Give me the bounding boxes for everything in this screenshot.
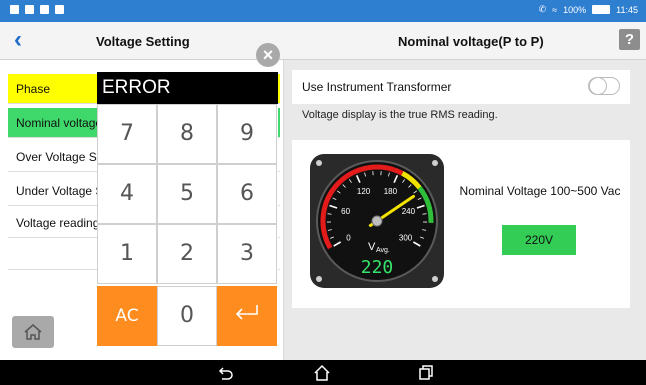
numeric-keypad: ERROR 7 8 9 4 5 6 1 2 3 AC 0 xyxy=(97,72,278,348)
gauge-reading: 220 xyxy=(361,257,394,278)
rms-note: Voltage display is the true RMS reading. xyxy=(302,109,498,121)
nav-home-icon[interactable] xyxy=(313,364,331,382)
help-button[interactable]: ? xyxy=(619,29,640,50)
key-enter[interactable] xyxy=(217,286,277,346)
key-5[interactable]: 5 xyxy=(157,164,217,224)
key-4[interactable]: 4 xyxy=(97,164,157,224)
status-icons-right: ✆ ≈ 100% 11:45 xyxy=(539,4,638,15)
page-title: Voltage Setting xyxy=(96,34,190,49)
transformer-row: Use Instrument Transformer xyxy=(292,70,630,104)
screw-top-right xyxy=(432,160,438,166)
gauge-tick-label: 0 xyxy=(346,234,351,243)
call-icon xyxy=(40,5,49,14)
key-3[interactable]: 3 xyxy=(217,224,277,284)
nominal-voltage-button[interactable]: 220V xyxy=(502,225,576,255)
gauge-tick-label: 240 xyxy=(402,207,416,216)
key-0[interactable]: 0 xyxy=(157,286,217,346)
transformer-toggle[interactable] xyxy=(588,77,620,95)
screw-bottom-left xyxy=(316,276,322,282)
screw-bottom-right xyxy=(432,276,438,282)
key-8[interactable]: 8 xyxy=(157,104,217,164)
transformer-label: Use Instrument Transformer xyxy=(302,80,452,94)
gauge-tick-label: 60 xyxy=(341,207,350,216)
keypad-display: ERROR xyxy=(97,72,278,104)
screw-top-left xyxy=(316,160,322,166)
gauge-tick-label: 120 xyxy=(357,187,371,196)
keypad-close-button[interactable]: × xyxy=(256,43,280,67)
nav-recent-icon[interactable] xyxy=(418,364,436,382)
status-bar: ✆ ≈ 100% 11:45 xyxy=(0,0,646,22)
key-7[interactable]: 7 xyxy=(97,104,157,164)
gauge-card: 0 60 120 180 240 300 V Avg. 220 Nominal Volta… xyxy=(292,140,630,308)
notification-icon xyxy=(10,5,19,14)
status-icons-left xyxy=(10,5,64,14)
clock: 11:45 xyxy=(616,4,638,15)
top-bar: ‹ Voltage Setting Nominal voltage(P to P… xyxy=(0,22,646,60)
toggle-knob xyxy=(589,77,607,95)
key-6[interactable]: 6 xyxy=(217,164,277,224)
nominal-range-text: Nominal Voltage 100~500 Vac xyxy=(459,184,621,198)
key-clear[interactable]: AC xyxy=(97,286,157,346)
home-button[interactable] xyxy=(12,316,54,348)
home-icon xyxy=(24,324,42,340)
gauge-unit: V xyxy=(368,241,376,253)
section-title: Nominal voltage(P to P) xyxy=(398,34,544,49)
location-icon xyxy=(55,5,64,14)
gauge-unit-sub: Avg. xyxy=(376,247,390,254)
android-nav-bar xyxy=(0,360,646,385)
back-chevron-icon[interactable]: ‹ xyxy=(14,28,22,52)
enter-arrow-icon xyxy=(235,305,258,320)
needle-hub xyxy=(371,215,383,227)
key-1[interactable]: 1 xyxy=(97,224,157,284)
wifi-icon: ≈ xyxy=(552,4,558,15)
battery-percent: 100% xyxy=(563,4,587,15)
battery-icon xyxy=(592,5,611,14)
voltage-gauge: 0 60 120 180 240 300 V Avg. 220 xyxy=(310,154,444,288)
nav-back-icon[interactable] xyxy=(216,364,234,382)
phone-icon: ✆ xyxy=(538,4,547,14)
key-9[interactable]: 9 xyxy=(217,104,277,164)
message-icon xyxy=(25,5,34,14)
gauge-tick-label: 300 xyxy=(399,234,413,243)
key-2[interactable]: 2 xyxy=(157,224,217,284)
gauge-tick-label: 180 xyxy=(384,187,398,196)
